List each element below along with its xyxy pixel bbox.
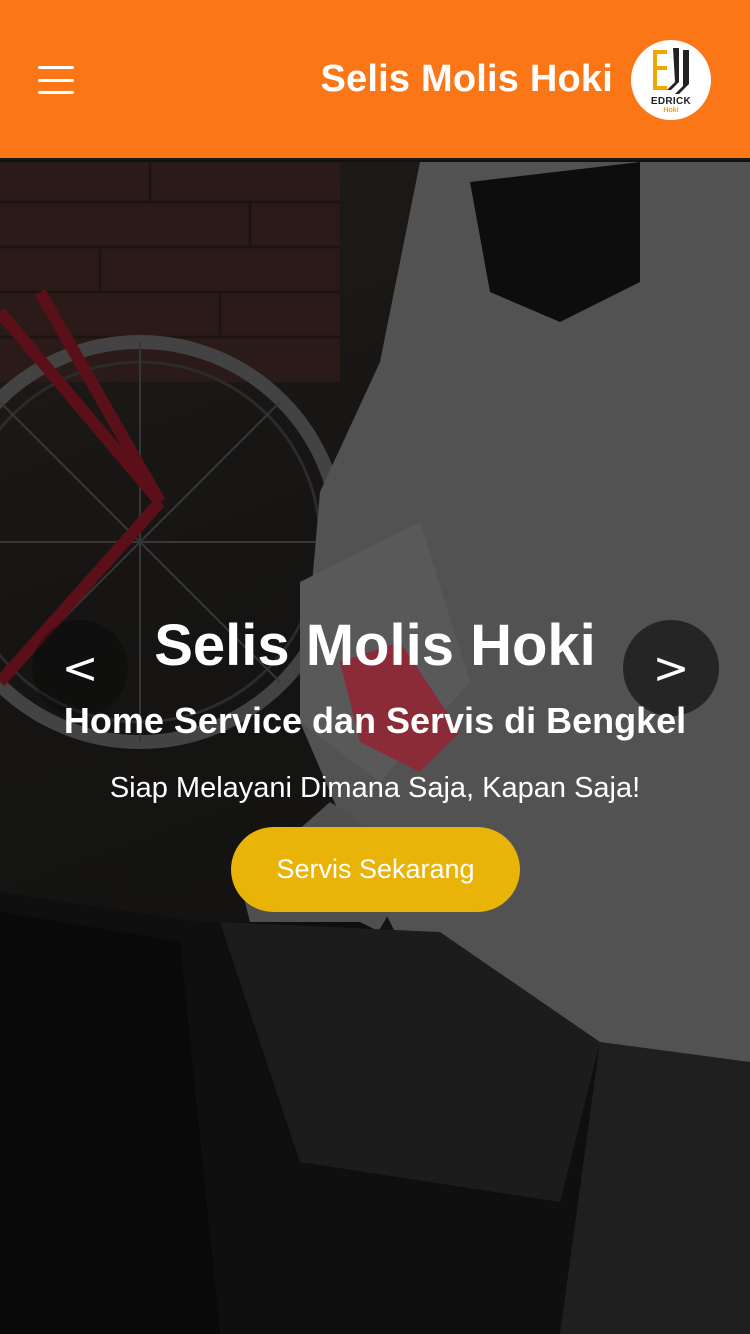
brand-title[interactable]: Selis Molis Hoki (320, 58, 613, 101)
menu-icon[interactable] (38, 66, 74, 94)
hero-subtitle: Home Service dan Servis di Bengkel (63, 700, 687, 741)
logo-icon (653, 48, 689, 94)
logo-name: EDRICK (650, 96, 692, 107)
header: Selis Molis Hoki EDRICK Hoki (0, 0, 750, 160)
hero-tagline: Siap Melayani Dimana Saja, Kapan Saja! (109, 772, 641, 804)
servis-sekarang-button[interactable]: Servis Sekarang (231, 827, 520, 912)
hero-title: Selis Molis Hoki (154, 613, 596, 678)
logo-sub: Hoki (663, 107, 679, 114)
hero-carousel: < > Selis Molis Hoki Home Service dan Se… (0, 162, 750, 1334)
hero-overlay (0, 162, 750, 1334)
logo[interactable]: EDRICK Hoki (631, 40, 711, 120)
